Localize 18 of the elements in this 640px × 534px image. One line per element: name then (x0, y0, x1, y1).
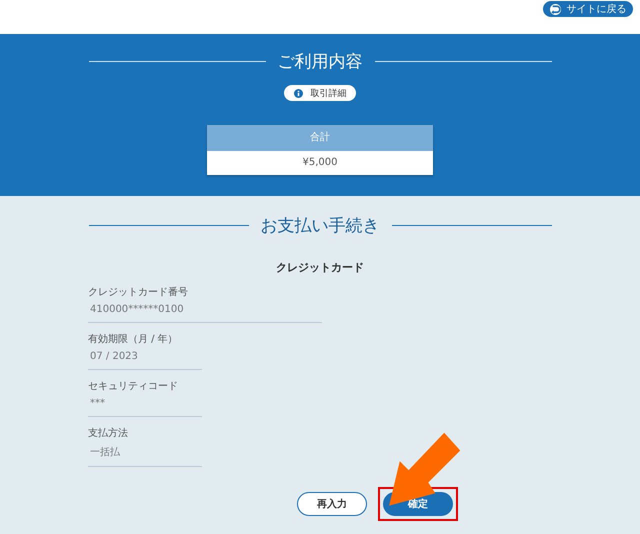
payment-method-title: クレジットカード (276, 260, 364, 275)
field-value: 410000******0100 (88, 301, 322, 323)
field-value: 一括払 (88, 442, 202, 467)
back-to-site-button[interactable]: サイトに戻る (543, 1, 633, 17)
section-title: お支払い手続き (260, 215, 380, 237)
field-label: セキュリティコード (88, 380, 179, 394)
total-header: 合計 (207, 125, 433, 151)
section-title: ご利用内容 (276, 51, 364, 73)
field-label: クレジットカード番号 (88, 286, 189, 300)
field-label: 有効期限（月 / 年） (88, 332, 179, 347)
return-icon (550, 4, 560, 14)
info-icon (294, 88, 302, 98)
transaction-details-button[interactable]: 取引詳細 (284, 85, 356, 101)
field-value: 07 / 2023 (88, 348, 202, 370)
field-value: *** (88, 395, 202, 417)
field-label: 支払方法 (88, 426, 129, 441)
total-amount: ¥5,000 (207, 151, 433, 175)
reenter-button[interactable]: 再入力 (297, 492, 367, 516)
